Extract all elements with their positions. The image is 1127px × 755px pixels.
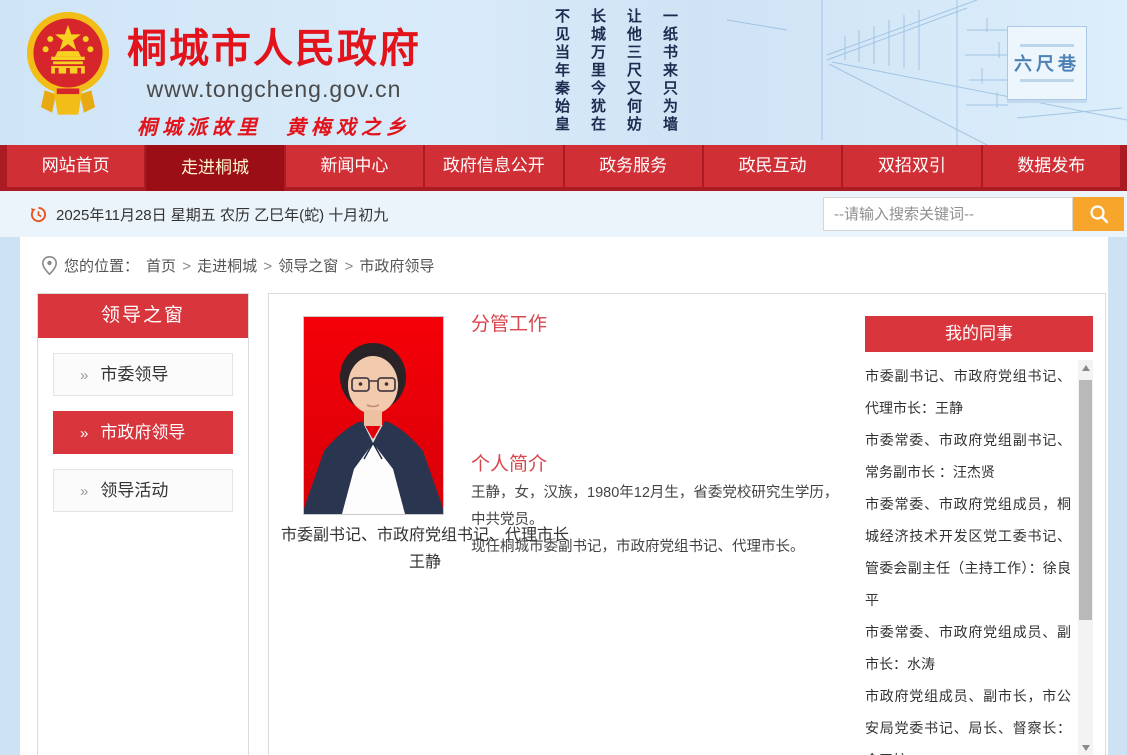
site-slogan: 桐城派故里 黄梅戏之乡 [114, 111, 434, 140]
six-foot-lane-plaque: 六尺巷 [1007, 26, 1087, 100]
colleagues-title: 我的同事 [865, 316, 1093, 352]
breadcrumb-link-3[interactable]: 领导之窗 [278, 258, 338, 275]
breadcrumb-separator: > [259, 258, 276, 275]
scroll-down-arrow[interactable] [1078, 740, 1093, 755]
sidebar-item-2[interactable]: » 市政府领导 [53, 411, 233, 454]
site-header: 桐城市人民政府 www.tongcheng.gov.cn 桐城派故里 黄梅戏之乡… [0, 0, 1127, 145]
nav-item-6[interactable]: 政民互动 [704, 145, 841, 187]
sidebar-title: 领导之窗 [38, 294, 248, 338]
search-box [823, 197, 1124, 231]
poem-line-3: 长城万里今犹在 [588, 8, 609, 140]
chevron-right-icon: » [80, 425, 88, 442]
colleague-item-1: 市委副书记、市政府党组书记、代理市长：王静 [865, 360, 1071, 424]
search-button[interactable] [1073, 197, 1124, 231]
poem-line-4: 不见当年秦始皇 [552, 8, 573, 140]
breadcrumb-separator: > [340, 258, 357, 275]
plaque-decor-bottom [1020, 79, 1074, 82]
nav-item-3[interactable]: 新闻中心 [286, 145, 423, 187]
sidebar-item-label: 市政府领导 [100, 423, 185, 442]
chevron-right-icon: » [80, 367, 88, 384]
clock-icon [30, 206, 47, 223]
plaque-decor-top [1020, 44, 1074, 47]
chevron-right-icon: » [80, 483, 88, 500]
nav-item-8[interactable]: 数据发布 [983, 145, 1120, 187]
main-nav: 网站首页走进桐城新闻中心政府信息公开政务服务政民互动双招双引数据发布 [0, 145, 1127, 191]
colleagues-list: 市委副书记、市政府党组书记、代理市长：王静市委常委、市政府党组副书记、常务副市长… [865, 360, 1093, 755]
bio-paragraph-2: 现任桐城市委副书记，市政府党组书记、代理市长。 [471, 534, 841, 561]
nav-item-2[interactable]: 走进桐城 [146, 145, 283, 191]
sidebar-item-1[interactable]: » 市委领导 [53, 353, 233, 396]
nav-item-4[interactable]: 政府信息公开 [425, 145, 562, 187]
leader-profile-panel: 市委副书记、市政府党组书记、代理市长 王静 分管工作 个人简介 王静，女，汉族，… [268, 293, 1106, 755]
breadcrumb-prefix: 您的位置： [64, 255, 139, 276]
sidebar-items: » 市委领导 » 市政府领导 » 领导活动 [38, 353, 248, 512]
lane-sketch-art: 六尺巷 [727, 0, 1127, 145]
six-foot-lane-poem: 一纸书来只为墙让他三尺又何妨长城万里今犹在不见当年秦始皇 [552, 8, 681, 140]
brand-block: 桐城市人民政府 www.tongcheng.gov.cn 桐城派故里 黄梅戏之乡 [114, 16, 434, 140]
site-url: www.tongcheng.gov.cn [114, 76, 434, 103]
colleague-item-4: 市委常委、市政府党组成员、副市长：水涛 [865, 616, 1071, 680]
national-emblem-icon [26, 8, 110, 126]
breadcrumb-link-1[interactable]: 首页 [146, 258, 176, 275]
bio-paragraph-1: 王静，女，汉族，1980年12月生，省委党校研究生学历，中共党员。 [471, 480, 841, 534]
location-pin-icon [42, 256, 57, 275]
nav-item-1[interactable]: 网站首页 [7, 145, 144, 187]
scrollbar-thumb[interactable] [1079, 380, 1092, 620]
sidebar-leader-menu: 领导之窗 » 市委领导 » 市政府领导 » 领导活动 [37, 293, 249, 755]
breadcrumb: 您的位置： 首页 > 走进桐城 > 领导之窗 > 市政府领导 [20, 237, 1108, 277]
scroll-up-arrow[interactable] [1078, 360, 1093, 375]
section-bio-title: 个人简介 [471, 449, 547, 476]
poem-line-2: 让他三尺又何妨 [624, 8, 645, 140]
current-date-text: 2025年11月28日 星期五 农历 乙巳年(蛇) 十月初九 [56, 204, 388, 225]
date-search-bar: 2025年11月28日 星期五 农历 乙巳年(蛇) 十月初九 [0, 191, 1127, 237]
plaque-text: 六尺巷 [1014, 50, 1080, 76]
sidebar-item-label: 领导活动 [100, 481, 168, 500]
leader-bio-text: 王静，女，汉族，1980年12月生，省委党校研究生学历，中共党员。现任桐城市委副… [471, 480, 841, 561]
breadcrumb-separator: > [178, 258, 195, 275]
breadcrumb-link-4[interactable]: 市政府领导 [359, 258, 434, 275]
sidebar-item-label: 市委领导 [100, 365, 168, 384]
leader-portrait-photo [303, 316, 444, 515]
search-input[interactable] [823, 197, 1073, 231]
search-icon [1088, 203, 1110, 225]
nav-item-5[interactable]: 政务服务 [565, 145, 702, 187]
site-name: 桐城市人民政府 [114, 16, 434, 74]
nav-item-7[interactable]: 双招双引 [843, 145, 980, 187]
section-work-title: 分管工作 [471, 309, 547, 336]
breadcrumb-links: 首页 > 走进桐城 > 领导之窗 > 市政府领导 [146, 255, 434, 276]
colleague-item-2: 市委常委、市政府党组副书记、常务副市长 ：汪杰贤 [865, 424, 1071, 488]
colleagues-scrollbar[interactable] [1078, 360, 1093, 755]
colleague-item-3: 市委常委、市政府党组成员，桐城经济技术开发区党工委书记、管委会副主任（主持工作）… [865, 488, 1071, 616]
colleagues-panel: 我的同事 市委副书记、市政府党组书记、代理市长：王静市委常委、市政府党组副书记、… [865, 316, 1093, 755]
poem-line-1: 一纸书来只为墙 [660, 8, 681, 140]
content-wrapper: 您的位置： 首页 > 走进桐城 > 领导之窗 > 市政府领导 领导之窗 » 市委领… [20, 237, 1108, 755]
sidebar-item-3[interactable]: » 领导活动 [53, 469, 233, 512]
colleague-item-5: 市政府党组成员、副市长，市公安局党委书记、局长、督察长：金天柱 [865, 680, 1071, 755]
breadcrumb-link-2[interactable]: 走进桐城 [197, 258, 257, 275]
